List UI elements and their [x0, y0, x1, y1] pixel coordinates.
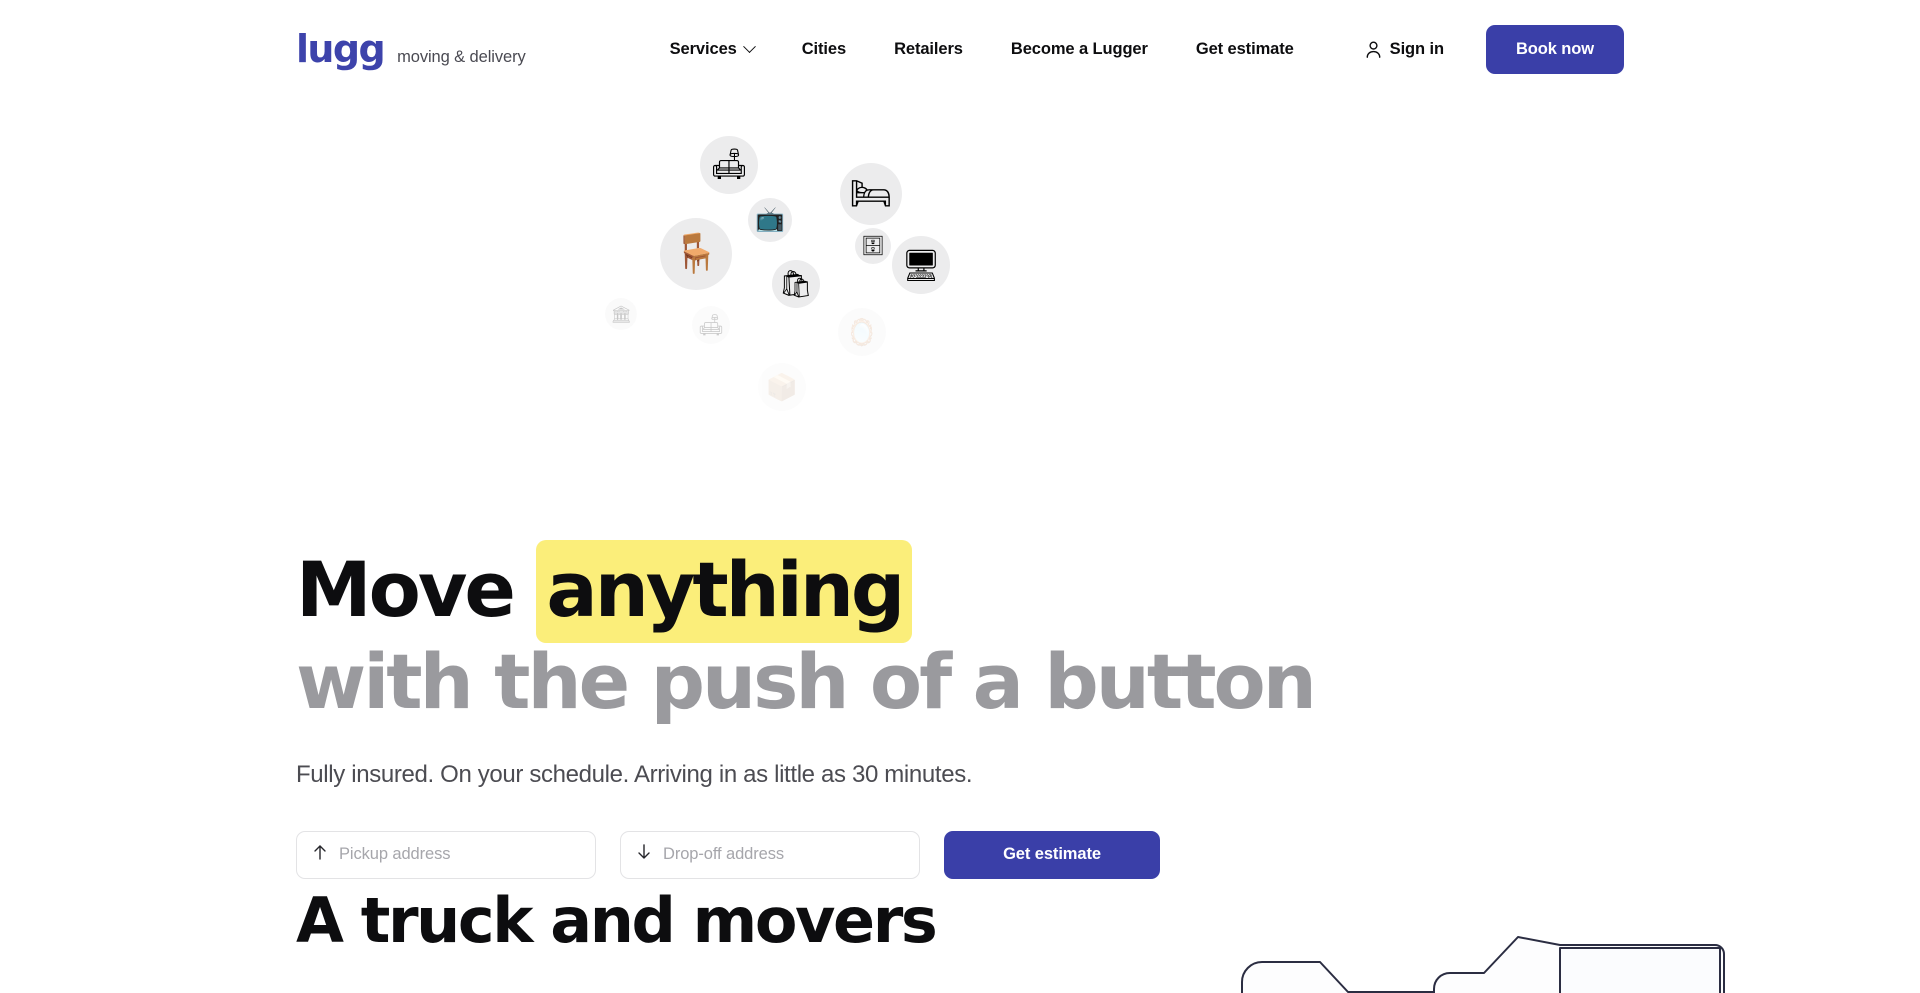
sign-in-button[interactable]: Sign in	[1366, 40, 1444, 59]
shopping-bags-item: 🛍	[772, 260, 820, 308]
arrow-down-icon	[637, 844, 651, 865]
pickup-address-field[interactable]	[296, 830, 596, 879]
brand-tagline: moving & delivery	[397, 48, 526, 66]
pickup-address-input[interactable]	[339, 845, 579, 865]
main-navigation: Services Cities Retailers Become a Lugge…	[646, 30, 1318, 69]
dropoff-address-input[interactable]	[663, 845, 903, 865]
bank-item-glyph: 🏛	[610, 304, 632, 324]
truck-and-movers-section: A truck and movers	[0, 884, 1920, 993]
bed-item-glyph: 🛏	[849, 175, 893, 213]
estimate-form: Get estimate	[296, 830, 1396, 879]
get-estimate-button[interactable]: Get estimate	[944, 830, 1160, 879]
site-header: lugg moving & delivery Services Cities R…	[0, 0, 1920, 98]
sign-in-label: Sign in	[1389, 39, 1444, 58]
couch-item-glyph: 🛋	[709, 148, 749, 181]
nav-label-services: Services	[669, 39, 737, 58]
bank-item: 🏛	[605, 298, 637, 330]
mirror-item: 🪞	[838, 308, 886, 356]
shopping-bags-item-glyph: 🛍	[778, 268, 814, 299]
nav-item-retailers[interactable]: Retailers	[870, 30, 987, 69]
logo-wordmark: lugg	[296, 27, 386, 71]
section-title: A truck and movers	[296, 884, 938, 957]
filing-cabinet-item-glyph: 🗄	[860, 235, 886, 257]
bed-item: 🛏	[840, 163, 902, 225]
header-actions: Sign in Book now	[1366, 24, 1624, 74]
desktop-computer-item-glyph: 🖥	[901, 247, 941, 283]
tv-item-glyph: 📺	[755, 206, 785, 233]
brand-logo[interactable]: lugg moving & delivery	[296, 30, 526, 68]
filing-cabinet-item: 🗄	[855, 228, 891, 264]
sofa-item-glyph: 🛋	[697, 313, 725, 337]
sofa-item: 🛋	[692, 306, 730, 344]
nav-item-get-estimate[interactable]: Get estimate	[1172, 30, 1318, 69]
nav-item-become-a-lugger[interactable]: Become a Lugger	[987, 30, 1172, 69]
hero-section: 🛋 🛏 📺 🪑 🗄 🖥 🛍 🏛 🛋 🪞 📦 Move anything with the push …	[0, 98, 1920, 888]
hero-headline-line2: with the push of a button	[296, 636, 1317, 726]
hero-subcopy: Fully insured. On your schedule. Arrivin…	[296, 760, 973, 788]
chair-item-glyph: 🪑	[672, 233, 720, 275]
chair-item: 🪑	[660, 218, 732, 290]
nav-item-cities[interactable]: Cities	[778, 30, 870, 69]
box-item: 📦	[758, 363, 806, 411]
dropoff-address-field[interactable]	[620, 830, 920, 879]
box-item-glyph: 📦	[765, 372, 799, 402]
person-icon	[1366, 40, 1381, 58]
hero-copy: Move anything with the push of a button …	[296, 540, 1396, 879]
arrow-up-icon	[313, 844, 327, 865]
floating-items-illustration: 🛋 🛏 📺 🪑 🗄 🖥 🛍 🏛 🛋 🪞 📦	[605, 108, 1260, 508]
headline-highlight-text: anything	[536, 540, 913, 643]
nav-item-services[interactable]: Services	[646, 30, 778, 69]
couch-item: 🛋	[700, 136, 758, 194]
desktop-computer-item: 🖥	[892, 236, 950, 294]
mirror-item-glyph: 🪞	[845, 317, 879, 347]
headline-plain-text: Move	[296, 545, 516, 634]
book-now-button[interactable]: Book now	[1485, 24, 1624, 74]
hero-headline-line1: Move anything	[296, 540, 1396, 643]
tv-item: 📺	[748, 198, 792, 242]
chevron-down-icon	[742, 39, 756, 53]
